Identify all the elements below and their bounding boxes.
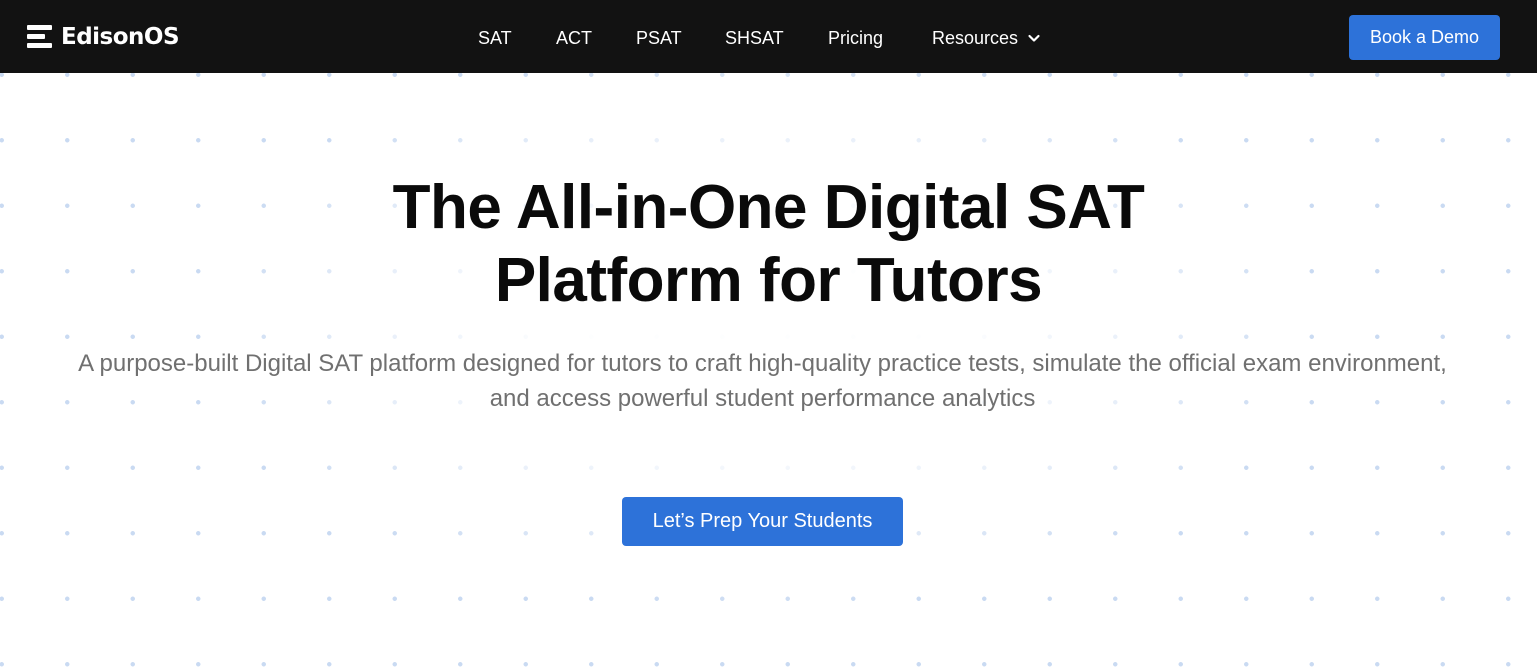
nav-link-sat[interactable]: SAT	[478, 26, 512, 50]
nav-link-shsat[interactable]: SHSAT	[725, 26, 784, 50]
chevron-down-icon	[1028, 34, 1040, 42]
nav-link-pricing[interactable]: Pricing	[828, 26, 883, 50]
nav-dropdown-resources[interactable]: Resources	[932, 26, 1041, 50]
prep-students-button[interactable]: Let’s Prep Your Students	[622, 497, 903, 546]
logo-link[interactable]: EdisonOS	[27, 24, 180, 50]
hero-title: The All-in-One Digital SAT Platform for …	[0, 171, 1537, 317]
main-nav: SAT ACT PSAT SHSAT Pricing Resources	[0, 0, 1537, 73]
nav-resources-label: Resources	[932, 28, 1019, 48]
top-navbar: EdisonOS SAT ACT PSAT SHSAT Pricing Reso…	[0, 0, 1537, 73]
hero-subtitle: A purpose-built Digital SAT platform des…	[78, 350, 1447, 412]
hero-title-line-1: The All-in-One Digital SAT	[392, 173, 1145, 242]
edisonos-logo-icon	[27, 25, 52, 49]
hero-section: The All-in-One Digital SAT Platform for …	[0, 73, 1537, 667]
nav-link-act[interactable]: ACT	[556, 26, 592, 50]
book-demo-button[interactable]: Book a Demo	[1349, 15, 1500, 60]
hero-title-line-2: Platform for Tutors	[494, 246, 1043, 315]
logo-text: EdisonOS	[61, 24, 180, 50]
nav-link-psat[interactable]: PSAT	[636, 26, 682, 50]
